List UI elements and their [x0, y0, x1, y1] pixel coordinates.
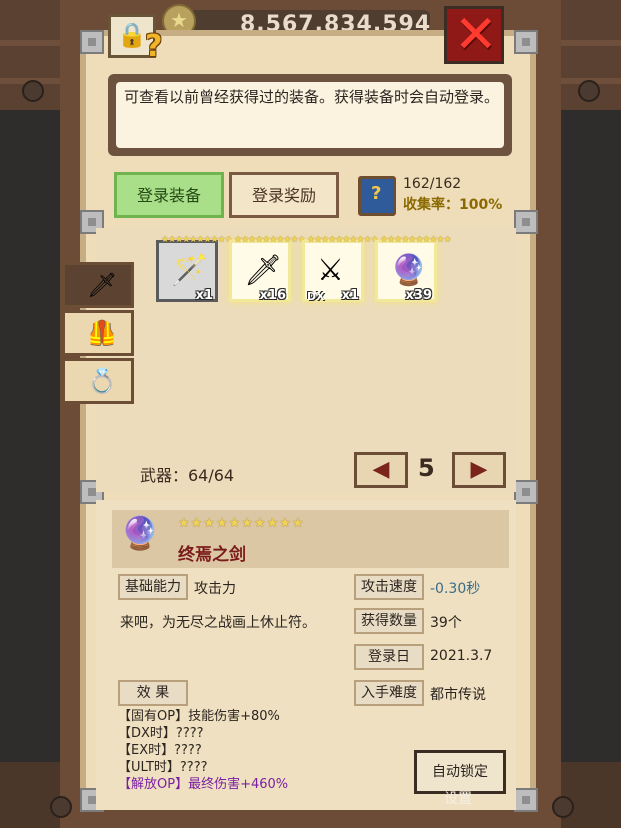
- sword-icon: 🗡: [87, 271, 118, 299]
- dark-orb-sword-icon: 🔮: [390, 253, 428, 288]
- detail-rarity-stars: ★★★★★★★★★★: [178, 516, 305, 531]
- item-quantity: x39: [405, 288, 432, 303]
- dx-badge: DX: [307, 290, 325, 303]
- ring-icon: 💍: [87, 367, 117, 395]
- stud-icon: [50, 796, 72, 818]
- basic-ability-value: 攻击力: [194, 581, 236, 597]
- corner-bolt-icon: [80, 30, 104, 54]
- difficulty-value: 都市传说: [430, 687, 486, 703]
- setting-label: 设置: [444, 791, 472, 807]
- effect-label: 效 果: [118, 680, 188, 706]
- equipment-item[interactable]: ★★★★★★★★★★ 🪄 x1: [156, 235, 233, 303]
- stud-icon: [578, 80, 600, 102]
- effect-line: 【EX时】????: [118, 743, 202, 758]
- register-date-label: 登录日: [354, 644, 424, 670]
- effect-line: 【DX时】????: [118, 726, 204, 741]
- page-number: 5: [418, 454, 435, 482]
- item-quantity: x1: [341, 288, 359, 303]
- attack-speed-label: 攻击速度: [354, 574, 424, 600]
- equipment-item[interactable]: ★★★★★★★★★★ 🔮 x39: [375, 235, 452, 303]
- obtain-count-label: 获得数量: [354, 608, 424, 634]
- description-box: 可查看以前曾经获得过的装备。获得装备时会自动登录。: [108, 74, 512, 156]
- side-tab-weapons[interactable]: 🗡: [62, 262, 134, 308]
- difficulty-label: 入手难度: [354, 680, 424, 706]
- armor-icon: 🦺: [87, 319, 117, 347]
- lock-help-button[interactable]: 🔒 ?: [108, 14, 162, 64]
- golden-staff-icon: 🪄: [171, 253, 209, 288]
- equipment-item[interactable]: ★★★★★★★★★★ 🗡 x16: [229, 235, 306, 303]
- crimson-sword-icon: 🗡: [244, 253, 283, 288]
- register-date-value: 2021.3.7: [430, 648, 493, 664]
- flame-sword-icon: ⚔: [317, 253, 344, 288]
- lock-icon: 🔒: [117, 21, 147, 49]
- rarity-stars: ★★★★★★★★★★: [380, 235, 452, 245]
- rarity-stars: ★★★★★★★★★★: [307, 235, 379, 245]
- corner-bolt-icon: [514, 30, 538, 54]
- side-tab-accessories[interactable]: 💍: [62, 358, 134, 404]
- weapons-count: 武器：64/64: [140, 466, 235, 485]
- close-icon: ✕: [454, 5, 498, 65]
- effect-line: 【解放OP】最终伤害+460%: [118, 777, 289, 792]
- equipment-item[interactable]: ★★★★★★★★★★ ⚔ DX x1: [302, 235, 379, 303]
- item-quantity: x1: [195, 288, 213, 303]
- rarity-stars: ★★★★★★★★★★: [161, 235, 233, 245]
- next-page-button[interactable]: ▶: [452, 452, 506, 488]
- effect-line: 【ULT时】????: [118, 760, 208, 775]
- corner-bolt-icon: [514, 210, 538, 234]
- description-text: 可查看以前曾经获得过的装备。获得装备时会自动登录。: [124, 88, 500, 106]
- rarity-stars: ★★★★★★★★★★: [234, 235, 306, 245]
- close-button[interactable]: ✕: [444, 5, 504, 65]
- tab-equipment[interactable]: 登录装备: [114, 172, 224, 218]
- stud-icon: [552, 796, 574, 818]
- obtain-count-value: 39个: [430, 615, 462, 631]
- stud-icon: [22, 80, 44, 102]
- item-name: 终焉之剑: [178, 545, 246, 565]
- corner-bolt-icon: [514, 788, 538, 812]
- item-quantity: x16: [259, 288, 286, 303]
- attack-speed-value: -0.30秒: [430, 581, 481, 597]
- collection-count: 162/162: [403, 176, 462, 192]
- effect-line: 【固有OP】技能伤害+80%: [118, 709, 280, 724]
- question-mark-icon: ?: [145, 29, 163, 64]
- dark-orb-sword-icon: 🔮: [120, 514, 160, 552]
- collection-rate: 收集率：100%: [403, 197, 503, 213]
- flavor-text: 来吧，为无尽之战画上休止符。: [120, 615, 316, 631]
- side-tab-armor[interactable]: 🦺: [62, 310, 134, 356]
- corner-bolt-icon: [514, 480, 538, 504]
- basic-ability-label: 基础能力: [118, 574, 188, 600]
- tab-rewards[interactable]: 登录奖励: [229, 172, 339, 218]
- collection-book-icon: [358, 176, 396, 216]
- prev-page-button[interactable]: ◀: [354, 452, 408, 488]
- effects-list: 【固有OP】技能伤害+80% 【DX时】???? 【EX时】???? 【ULT时…: [118, 708, 288, 793]
